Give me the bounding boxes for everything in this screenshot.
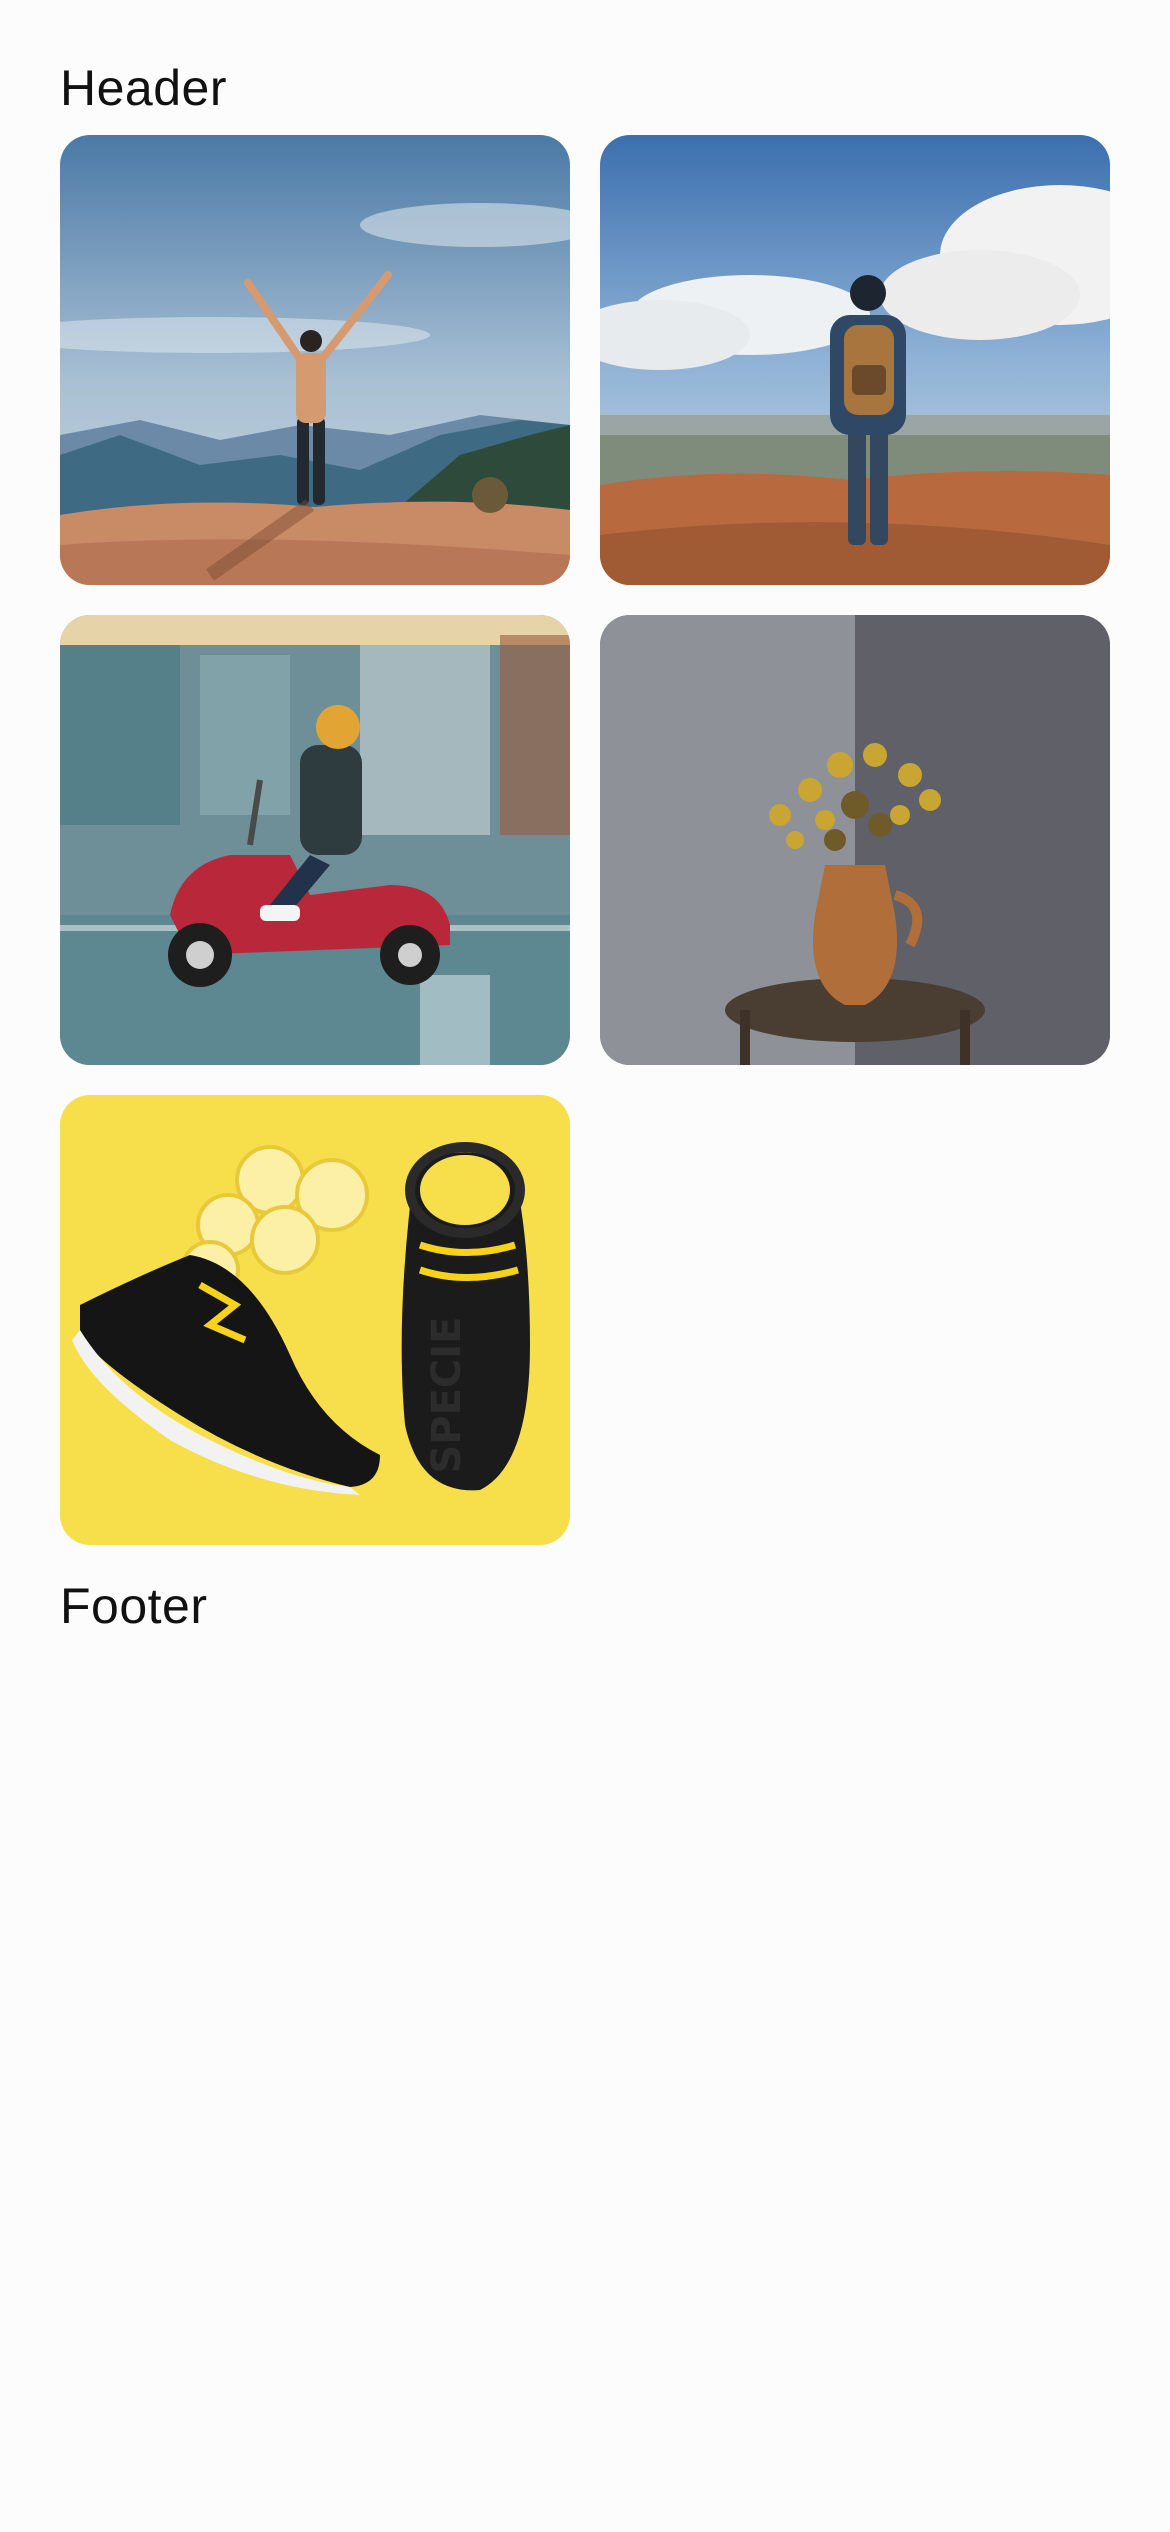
hiker-photo-image: [60, 135, 570, 585]
photo-sneakers-lemons[interactable]: SPECIE: [60, 1095, 570, 1545]
footer-title: Footer: [60, 1578, 208, 1634]
photo-scooter-rider[interactable]: [60, 615, 570, 1065]
header-title: Header: [60, 60, 227, 116]
scooter-photo-image: [60, 615, 570, 1065]
photo-backpacker-valley[interactable]: [600, 135, 1110, 585]
sneakers-photo-image: SPECIE: [60, 1095, 570, 1545]
flowers-photo-image: [600, 615, 1110, 1065]
svg-text:SPECIE: SPECIE: [424, 1316, 470, 1473]
photo-hiker-arms-raised[interactable]: [60, 135, 570, 585]
photo-dried-flowers-jug[interactable]: [600, 615, 1110, 1065]
backpacker-photo-image: [600, 135, 1110, 585]
